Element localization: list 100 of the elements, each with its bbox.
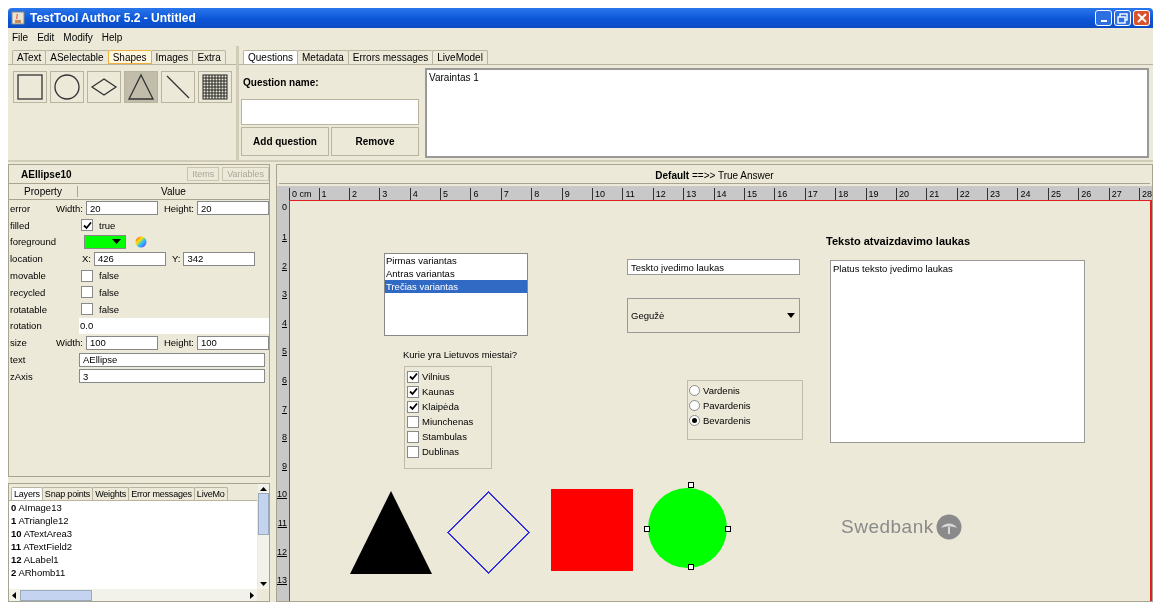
value-field[interactable]: 342 <box>183 251 256 266</box>
layer-tab[interactable]: Layers <box>11 487 43 500</box>
layer-tab[interactable]: Snap points <box>41 487 94 500</box>
checkbox[interactable] <box>407 370 419 383</box>
layer-tab[interactable]: Weights <box>92 487 130 500</box>
palette-tab[interactable]: ASelectable <box>45 50 109 64</box>
list-option[interactable]: Trečias variantas <box>385 280 527 293</box>
value-field[interactable]: 100 <box>197 335 269 350</box>
checkbox-label: Klaipėda <box>422 401 459 412</box>
value-field[interactable]: 20 <box>85 201 158 216</box>
palette-tab[interactable]: Extra <box>192 50 226 64</box>
checkbox[interactable] <box>407 415 419 428</box>
layer-tab[interactable]: LiveMo <box>193 487 228 500</box>
component-name: AEllipse10 <box>21 168 72 180</box>
resize-handle[interactable] <box>687 564 694 570</box>
question-tab[interactable]: Metadata <box>297 50 349 64</box>
question-tab[interactable]: LiveModel <box>432 50 488 64</box>
color-dropdown[interactable] <box>84 235 126 249</box>
text-field[interactable]: Teskto įvedimo laukas <box>627 259 800 275</box>
checkbox[interactable] <box>407 400 419 413</box>
menu-item[interactable]: Modify <box>63 31 93 43</box>
color-wheel-icon[interactable] <box>135 236 147 248</box>
checkbox-label: false <box>99 270 120 282</box>
resize-handle[interactable] <box>644 526 650 532</box>
field-label: Y: <box>172 253 181 265</box>
resize-handle[interactable] <box>725 526 731 532</box>
layer-item[interactable]: 11 ATextField2 <box>9 540 257 553</box>
left-arrow-icon <box>12 591 16 599</box>
question-tab[interactable]: Questions <box>243 50 299 64</box>
ruler-label: 22 <box>956 188 988 200</box>
list-box[interactable]: Pirmas variantas Antras variantas Trečias variantas <box>384 253 528 336</box>
ruler-label: 13 <box>683 188 714 200</box>
menu-item[interactable]: Help <box>101 31 123 43</box>
circle-tool-button[interactable] <box>50 71 84 103</box>
checkbox[interactable] <box>407 430 419 443</box>
question-button[interactable]: Remove <box>331 127 419 156</box>
value-field[interactable]: 3 <box>79 369 265 384</box>
question-name-field[interactable] <box>241 99 419 125</box>
value-field[interactable]: 100 <box>85 335 158 350</box>
radio-button[interactable] <box>689 415 700 426</box>
checkbox[interactable] <box>407 385 419 398</box>
checkbox[interactable] <box>81 303 93 316</box>
palette-tab[interactable]: Shapes <box>107 50 152 64</box>
layer-tab[interactable]: Error messages <box>128 487 195 500</box>
question-button[interactable]: Add question <box>241 127 329 156</box>
layer-item[interactable]: 0 AImage13 <box>9 501 257 514</box>
property-name: rotation <box>9 320 43 332</box>
grid-icon <box>201 73 229 101</box>
question-tab[interactable]: Errors messages <box>347 50 434 64</box>
ruler-label: 17 <box>804 188 836 200</box>
ruler-label: 3 <box>281 288 288 300</box>
text-area[interactable]: Platus teksto įvedimo laukas <box>830 260 1085 443</box>
minimize-button[interactable] <box>1095 10 1112 26</box>
vertical-scrollbar[interactable] <box>258 484 269 589</box>
checkbox-label: Miunchenas <box>422 416 474 427</box>
palette-tab[interactable]: AText <box>12 50 47 64</box>
list-option[interactable]: Pirmas variantas <box>385 254 527 267</box>
ruler-label: 28 <box>1139 188 1152 200</box>
line-tool-button[interactable] <box>161 71 195 103</box>
palette-tab[interactable]: Images <box>150 50 194 64</box>
property-name: foreground <box>9 236 57 248</box>
rhombus-tool-button[interactable] <box>87 71 121 103</box>
checkbox-label: true <box>99 219 116 231</box>
resize-handle[interactable] <box>687 482 694 488</box>
value-field[interactable]: AEllipse <box>79 352 265 367</box>
ruler-label: 9 <box>561 188 592 200</box>
close-button[interactable] <box>1133 10 1150 26</box>
ruler-label: 4 <box>281 316 288 329</box>
layer-item[interactable]: 10 ATextArea3 <box>9 527 257 540</box>
layer-item[interactable]: 2 ARhomb11 <box>9 566 257 579</box>
rectangle-tool-button[interactable] <box>13 71 47 103</box>
checkbox[interactable] <box>81 286 93 299</box>
checkbox-label: Kaunas <box>422 386 455 397</box>
minimize-icon <box>1100 20 1107 22</box>
menu-item[interactable]: Edit <box>37 31 55 43</box>
caret-icon <box>787 313 795 318</box>
value-field[interactable]: 20 <box>197 201 269 216</box>
horizontal-scrollbar[interactable] <box>9 589 257 601</box>
ruler-label: 2 <box>281 259 288 272</box>
grid-tool-button[interactable] <box>198 71 232 103</box>
ruler-label: 11 <box>622 188 653 200</box>
ruler-label: 1 <box>318 188 349 200</box>
close-icon <box>1136 13 1147 23</box>
checkbox[interactable] <box>81 219 93 232</box>
checkbox[interactable] <box>81 269 93 282</box>
restore-button[interactable] <box>1114 10 1131 26</box>
radio-button[interactable] <box>689 400 700 411</box>
list-option[interactable]: Antras variantas <box>385 267 527 280</box>
logo-text: Swedbank <box>841 516 934 538</box>
checkbox[interactable] <box>407 445 419 458</box>
layer-item[interactable]: 12 ALabel1 <box>9 553 257 566</box>
radio-button[interactable] <box>689 385 700 396</box>
layer-item[interactable]: 1 ATriangle12 <box>9 514 257 527</box>
menu-item[interactable]: File <box>12 31 29 43</box>
value-field[interactable]: 426 <box>94 251 166 266</box>
ruler-label: 23 <box>987 188 1018 200</box>
ruler-label: 2 <box>348 188 380 200</box>
question-item[interactable]: Varaintas 1 <box>429 72 479 83</box>
combo-box[interactable]: Gegužė <box>627 298 800 333</box>
triangle-tool-button[interactable] <box>124 71 158 103</box>
